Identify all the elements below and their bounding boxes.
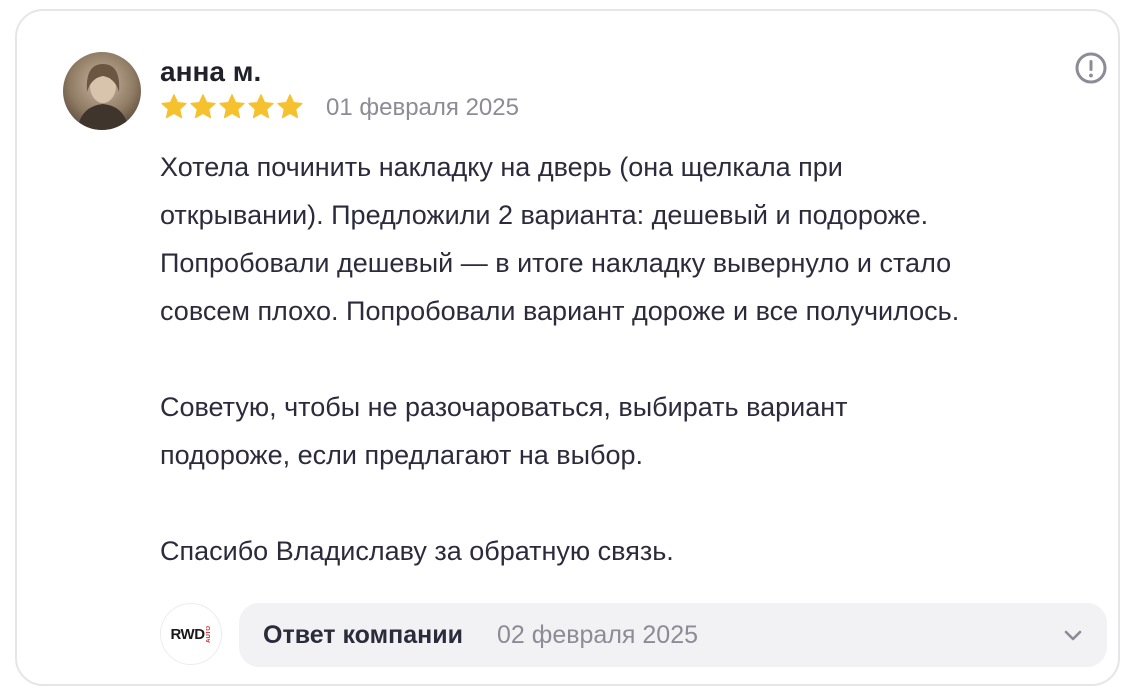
company-reply-label: Ответ компании [263, 621, 463, 649]
company-logo-subtext: AUTO [205, 625, 212, 643]
star-icon [189, 93, 217, 121]
review-paragraph: Советую, чтобы не разочароваться, выбира… [160, 392, 848, 470]
company-reply-date: 02 февраля 2025 [497, 621, 699, 649]
author-name[interactable]: анна м. [160, 55, 261, 89]
avatar[interactable] [63, 52, 141, 130]
review-date: 01 февраля 2025 [326, 94, 519, 121]
exclamation-circle-icon[interactable] [1074, 51, 1108, 85]
star-icon [218, 93, 246, 121]
company-logo-text: RWD [170, 625, 205, 643]
company-logo[interactable]: RWD AUTO [160, 603, 222, 665]
chevron-down-icon[interactable] [1061, 623, 1085, 647]
star-icon [247, 93, 275, 121]
star-icon [276, 93, 304, 121]
review-card: анна м. 01 февраля 2025 Хотела починить … [15, 9, 1120, 686]
star-icon [160, 93, 188, 121]
review-text: Хотела починить накладку на дверь (она щ… [160, 143, 1120, 575]
company-reply-toggle[interactable]: Ответ компании 02 февраля 2025 [239, 603, 1107, 667]
review-paragraph: Спасибо Владиславу за обратную связь. [160, 536, 674, 566]
review-paragraph: Хотела починить накладку на дверь (она щ… [160, 152, 960, 326]
rating-stars [160, 93, 304, 121]
